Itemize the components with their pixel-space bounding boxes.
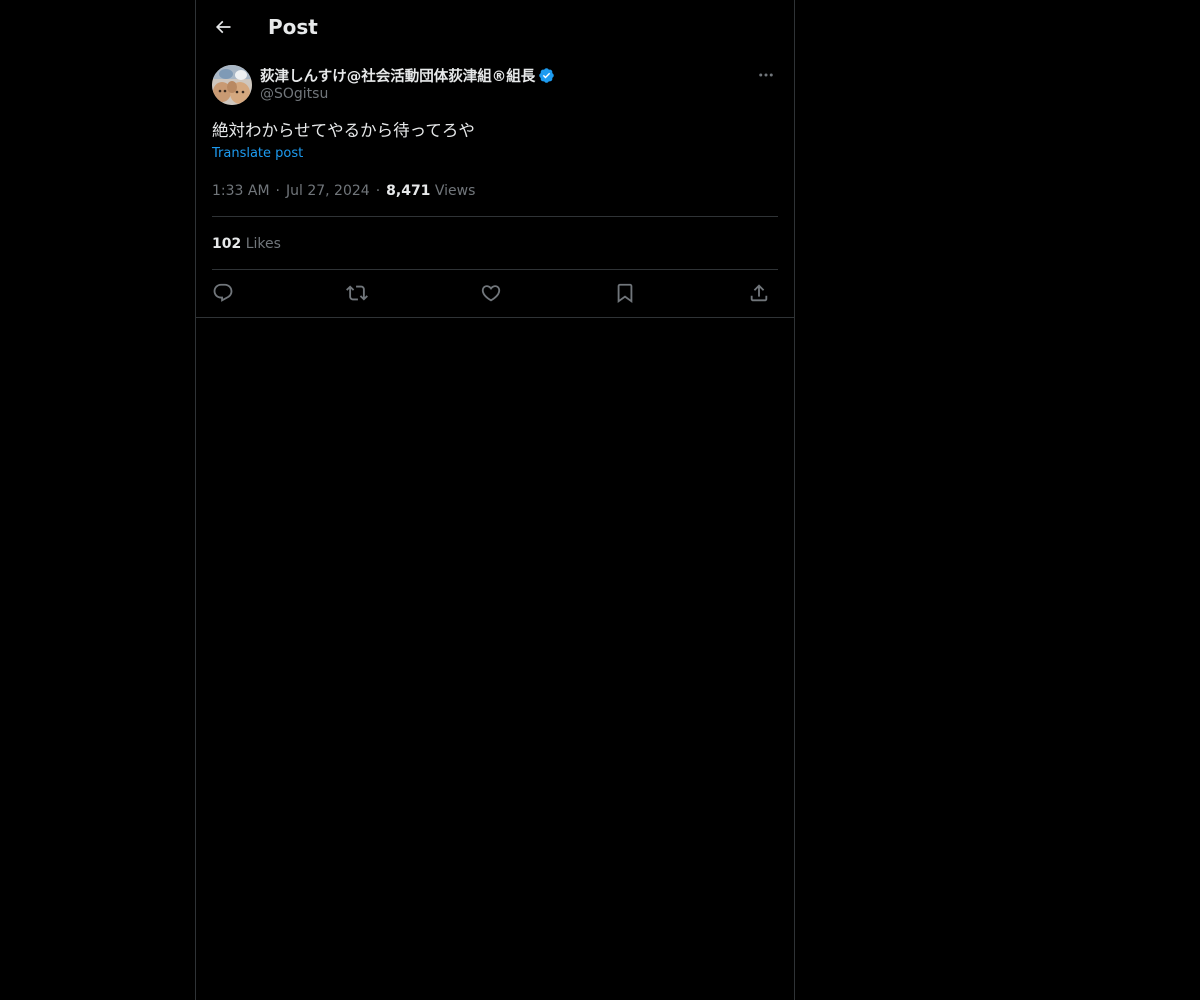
- avatar[interactable]: [212, 65, 252, 105]
- reply-icon: [213, 283, 233, 302]
- display-name-link[interactable]: 荻津しんすけ@社会活動団体荻津組®組長: [260, 65, 555, 85]
- post-date[interactable]: Jul 27, 2024: [286, 183, 370, 199]
- repost-button[interactable]: [342, 278, 372, 308]
- more-options-button[interactable]: [754, 65, 778, 85]
- post-text: 絶対わからせてやるから待ってろや: [212, 121, 475, 140]
- bookmark-icon: [617, 283, 633, 304]
- post-meta: 1:33 AM · Jul 27, 2024 · 8,471 Views: [212, 181, 475, 201]
- translate-post-link[interactable]: Translate post: [212, 146, 303, 161]
- back-button[interactable]: [208, 9, 238, 45]
- action-bar: [212, 278, 778, 308]
- heart-icon: [481, 285, 501, 302]
- bookmark-button[interactable]: [610, 278, 640, 308]
- display-name: 荻津しんすけ@社会活動団体荻津組®組長: [260, 68, 536, 85]
- page-title: Post: [268, 15, 318, 39]
- post-column: Post 荻津しんすけ@社会活動団体荻津組®組長 @SOgitsu 絶対わからせ…: [195, 0, 795, 1000]
- share-icon: [750, 284, 768, 302]
- share-button[interactable]: [744, 278, 774, 308]
- top-bar: Post: [196, 0, 794, 53]
- repost-icon: [346, 285, 368, 301]
- post-bottom-border: [196, 317, 794, 318]
- meta-separator: ·: [275, 183, 280, 199]
- divider: [212, 216, 778, 217]
- views-count: 8,471: [386, 183, 431, 199]
- likes-count: 102: [212, 236, 242, 252]
- divider: [212, 269, 778, 270]
- post-time[interactable]: 1:33 AM: [212, 183, 270, 199]
- meta-separator: ·: [375, 183, 381, 199]
- likes-label: Likes: [245, 236, 281, 252]
- author-row: 荻津しんすけ@社会活動団体荻津組®組長 @SOgitsu: [212, 65, 778, 107]
- likes-stat[interactable]: 102 Likes: [212, 234, 281, 254]
- avatar-image: [212, 65, 252, 105]
- more-horizontal-icon: [759, 73, 773, 77]
- like-button[interactable]: [476, 278, 506, 308]
- reply-button[interactable]: [208, 278, 238, 308]
- views-label: Views: [434, 183, 476, 199]
- verified-badge-icon: [539, 67, 554, 83]
- arrow-left-icon: [215, 20, 231, 34]
- author-handle[interactable]: @SOgitsu: [260, 86, 328, 102]
